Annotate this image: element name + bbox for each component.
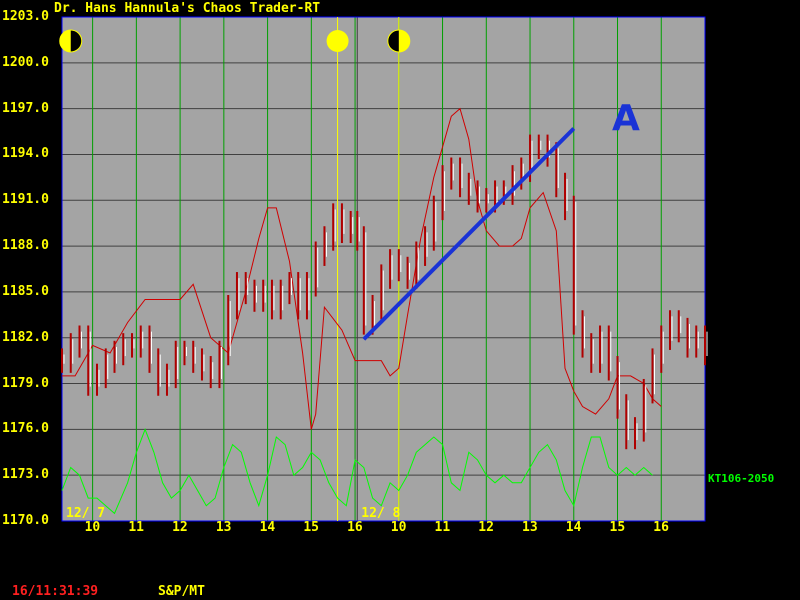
y-tick-label: 1185.0: [2, 283, 49, 299]
y-tick-label: 1197.0: [2, 100, 49, 116]
x-tick-label: 16: [653, 520, 669, 535]
x-tick-label: 12: [478, 520, 494, 535]
x-tick-label: 14: [259, 520, 276, 535]
y-tick-label: 1194.0: [2, 146, 49, 162]
x-tick-label: 10: [84, 520, 101, 535]
last-quarter-moon-icon: [59, 29, 83, 53]
y-tick-label: 1182.0: [2, 329, 49, 345]
x-tick-label: 14: [565, 520, 582, 535]
x-tick-label: 13: [215, 520, 232, 535]
x-tick-label: 15: [303, 520, 319, 535]
y-tick-label: 1200.0: [2, 54, 49, 70]
first-quarter-moon-icon: [387, 29, 411, 53]
y-tick-label: 1176.0: [2, 421, 49, 437]
x-tick-label: 11: [128, 520, 145, 535]
x-tick-label: 12: [172, 520, 188, 535]
x-tick-label: 15: [609, 520, 626, 535]
instrument-label: S&P/MT: [158, 584, 205, 599]
timestamp: 16/11:31:39: [12, 584, 99, 599]
y-tick-label: 1173.0: [2, 467, 49, 483]
x-tick-label: 13: [522, 520, 538, 535]
moon-lit-half: [59, 30, 71, 52]
chart-title: Dr. Hans Hannula's Chaos Trader-RT: [54, 1, 321, 16]
y-tick-label: 1203.0: [2, 9, 49, 24]
y-tick-label: 1191.0: [2, 192, 49, 208]
oscillator-label: KT106-2050: [708, 472, 775, 485]
plot-background: [62, 17, 705, 521]
x-tick-label: 16: [347, 520, 363, 535]
y-tick-label: 1188.0: [2, 238, 49, 254]
full-moon-icon: [326, 30, 349, 52]
y-tick-label: 1170.0: [2, 513, 49, 528]
y-tick-label: 1179.0: [2, 375, 49, 391]
date-label: 12/ 8: [361, 506, 401, 521]
trendline-label: A: [612, 98, 640, 139]
date-label: 12/ 7: [66, 506, 106, 521]
x-tick-label: 11: [434, 520, 451, 535]
x-tick-label: 10: [390, 520, 407, 535]
